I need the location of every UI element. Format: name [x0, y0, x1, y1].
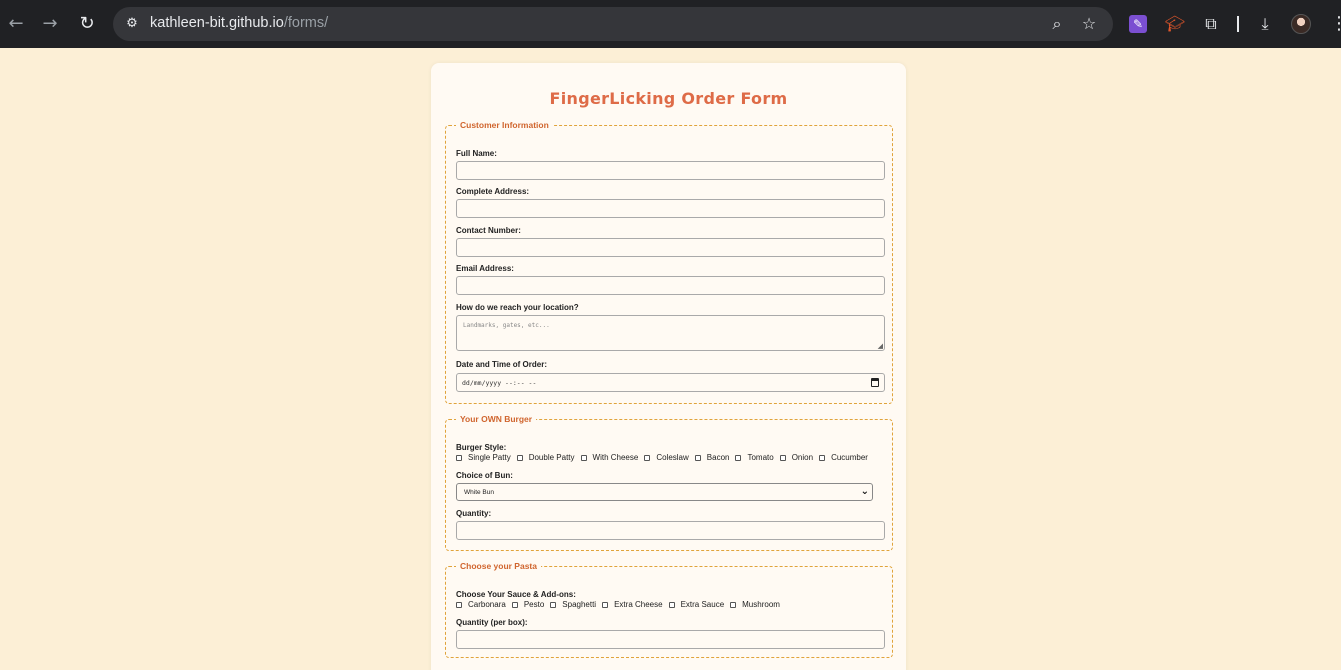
contact-number-label: Contact Number: — [456, 226, 521, 235]
burger-option[interactable]: Tomato — [735, 453, 774, 462]
pasta-option[interactable]: Pesto — [511, 600, 544, 609]
burger-option[interactable]: Bacon — [694, 453, 729, 462]
checkbox[interactable] — [735, 454, 742, 461]
forward-button[interactable]: → — [38, 12, 62, 36]
email-label: Email Address: — [456, 264, 514, 273]
pasta-fieldset: Choose your Pasta Choose Your Sauce & Ad… — [445, 561, 893, 658]
address-bar[interactable]: ⚙ kathleen-bit.github.io/forms/ ⌕ ☆ — [113, 7, 1113, 41]
star-icon[interactable]: ☆ — [1080, 15, 1098, 33]
tune-icon[interactable]: ⚙ — [123, 15, 141, 33]
checkbox[interactable] — [644, 454, 651, 461]
reload-button[interactable]: ↻ — [75, 12, 99, 36]
customer-information-legend: Customer Information — [456, 120, 553, 130]
avatar-icon[interactable] — [1291, 14, 1311, 34]
arrow-left-icon: ← — [8, 13, 24, 34]
pasta-sauce-label: Choose Your Sauce & Add-ons: — [456, 590, 576, 599]
resize-handle-icon[interactable]: ◢ — [878, 343, 883, 350]
puzzle-icon[interactable]: ⧉ — [1200, 13, 1222, 35]
email-input[interactable] — [456, 276, 885, 295]
form-title: FingerLicking Order Form — [549, 89, 788, 108]
bun-selected-value: White Bun — [464, 489, 494, 496]
checkbox[interactable] — [694, 454, 701, 461]
url-text[interactable]: kathleen-bit.github.io/forms/ — [150, 15, 328, 31]
pasta-legend: Choose your Pasta — [456, 561, 541, 571]
contact-number-input[interactable] — [456, 238, 885, 257]
checkbox[interactable] — [456, 454, 462, 461]
back-button[interactable]: ← — [4, 12, 28, 36]
datetime-value: dd/mm/yyyy --:-- -- — [462, 379, 537, 387]
burger-style-label: Burger Style: — [456, 443, 507, 452]
burger-option[interactable]: With Cheese — [580, 453, 638, 462]
chevron-down-icon: ⌄ — [860, 486, 869, 497]
burger-option[interactable]: Onion — [779, 453, 813, 462]
burger-style-options: Single Patty Double Patty With Cheese Co… — [456, 453, 874, 462]
customer-information-fieldset: Customer Information Full Name: Complete… — [445, 120, 893, 404]
burger-option[interactable]: Single Patty — [456, 453, 511, 462]
burger-fieldset: Your OWN Burger Burger Style: Single Pat… — [445, 414, 893, 551]
burger-quantity-input[interactable] — [456, 521, 885, 540]
burger-option[interactable]: Cucumber — [819, 453, 868, 462]
bun-label: Choice of Bun: — [456, 471, 513, 480]
kebab-menu-icon[interactable]: ⋮ — [1330, 12, 1341, 36]
pen-extension-icon[interactable]: ✎ — [1129, 15, 1147, 33]
burger-legend: Your OWN Burger — [456, 414, 537, 424]
checkbox[interactable] — [602, 601, 609, 608]
graduation-cap-extension-icon[interactable]: 🎓︎ — [1164, 13, 1186, 35]
pasta-quantity-input[interactable] — [456, 630, 885, 649]
reach-location-textarea[interactable]: Landmarks, gates, etc... ◢ — [456, 315, 885, 351]
pasta-options: Carbonara Pesto Spaghetti Extra Cheese E… — [456, 600, 786, 609]
reload-icon: ↻ — [79, 13, 95, 34]
download-icon[interactable]: ⤓ — [1254, 13, 1276, 35]
pasta-option[interactable]: Mushroom — [730, 600, 780, 609]
burger-quantity-label: Quantity: — [456, 509, 492, 518]
bun-select[interactable]: White Bun ⌄ — [456, 483, 873, 501]
checkbox[interactable] — [779, 454, 786, 461]
checkbox[interactable] — [456, 601, 462, 608]
address-label: Complete Address: — [456, 187, 530, 196]
datetime-input[interactable]: dd/mm/yyyy --:-- -- — [456, 373, 885, 392]
checkbox[interactable] — [730, 601, 737, 608]
pasta-option[interactable]: Extra Sauce — [668, 600, 724, 609]
order-form-card: FingerLicking Order Form Customer Inform… — [431, 63, 906, 670]
checkbox[interactable] — [516, 454, 523, 461]
checkbox[interactable] — [550, 601, 557, 608]
pasta-option[interactable]: Extra Cheese — [602, 600, 663, 609]
full-name-label: Full Name: — [456, 149, 497, 158]
checkbox[interactable] — [511, 601, 518, 608]
checkbox[interactable] — [580, 454, 587, 461]
full-name-input[interactable] — [456, 161, 885, 180]
toolbar-divider — [1237, 16, 1239, 32]
reach-location-placeholder: Landmarks, gates, etc... — [463, 322, 550, 329]
address-input[interactable] — [456, 199, 885, 218]
pasta-option[interactable]: Spaghetti — [550, 600, 596, 609]
zoom-icon[interactable]: ⌕ — [1048, 15, 1066, 33]
checkbox[interactable] — [819, 454, 826, 461]
arrow-right-icon: → — [42, 13, 58, 34]
datetime-label: Date and Time of Order: — [456, 360, 547, 369]
browser-toolbar: ← → ↻ ⚙ kathleen-bit.github.io/forms/ ⌕ … — [0, 0, 1341, 48]
burger-option[interactable]: Coleslaw — [644, 453, 689, 462]
reach-location-label: How do we reach your location? — [456, 303, 579, 312]
calendar-icon[interactable] — [871, 378, 879, 387]
burger-option[interactable]: Double Patty — [516, 453, 575, 462]
checkbox[interactable] — [668, 601, 675, 608]
pasta-option[interactable]: Carbonara — [456, 600, 506, 609]
pasta-quantity-label: Quantity (per box): — [456, 618, 528, 627]
